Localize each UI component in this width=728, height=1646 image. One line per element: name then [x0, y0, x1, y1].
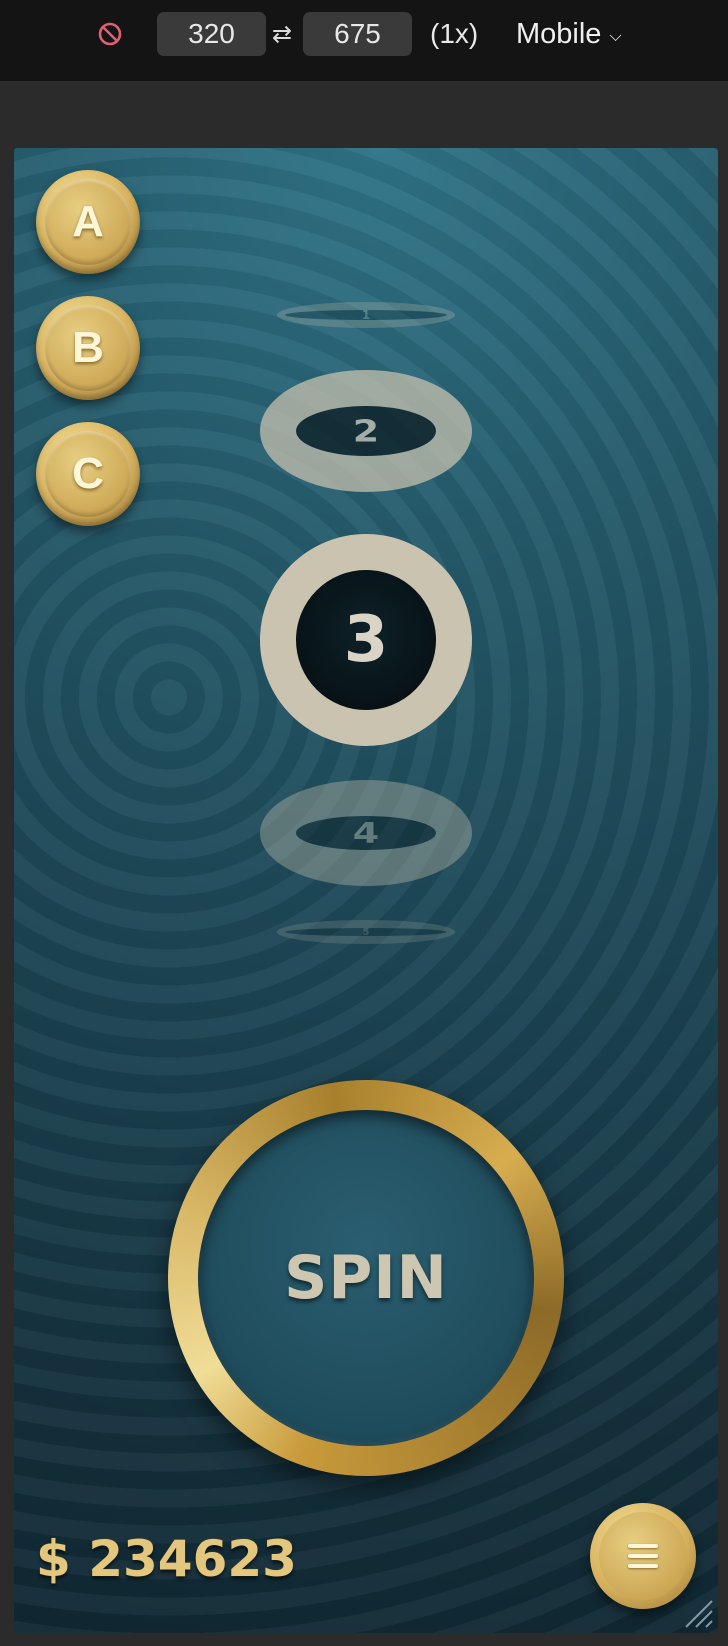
- chevron-down-icon: ⌵: [609, 28, 622, 45]
- spin-button[interactable]: SPIN: [198, 1110, 534, 1446]
- reel-item-2: 2: [260, 370, 472, 492]
- reel-item-3-label: 3: [343, 603, 389, 677]
- device-mode-dropdown[interactable]: Mobile ⌵: [516, 14, 622, 59]
- reel-item-selected: 3: [260, 534, 472, 746]
- reel-item-4: 4: [260, 780, 472, 886]
- device-mode-label: Mobile: [516, 18, 602, 50]
- menu-button[interactable]: [590, 1503, 696, 1609]
- option-a-button[interactable]: A: [36, 170, 140, 274]
- no-throttle-icon[interactable]: [96, 20, 124, 48]
- swap-icon[interactable]: ⇄: [272, 14, 292, 54]
- game-viewport: A B C 1 2 3 4 5 SPIN $ 234623: [14, 148, 718, 1633]
- reel-item-2-label: 2: [352, 413, 380, 449]
- width-input[interactable]: 320: [157, 12, 266, 56]
- balance-display: $ 234623: [36, 1530, 297, 1588]
- menu-icon: [628, 1544, 658, 1568]
- device-toolbar: 320 ⇄ 675 (1x) Mobile ⌵: [0, 0, 728, 81]
- option-b-label: B: [72, 323, 104, 372]
- height-input[interactable]: 675: [303, 12, 412, 56]
- reel-item-4-label: 4: [352, 816, 380, 850]
- reel-item-1-label: 1: [361, 308, 371, 322]
- reel-item-5: 5: [277, 920, 455, 944]
- resize-handle-icon[interactable]: [680, 1595, 714, 1629]
- option-c-button[interactable]: C: [36, 422, 140, 526]
- option-a-label: A: [72, 197, 104, 246]
- option-b-button[interactable]: B: [36, 296, 140, 400]
- reel-item-5-label: 5: [362, 926, 370, 938]
- spin-label: SPIN: [284, 1243, 448, 1313]
- option-c-label: C: [72, 449, 104, 498]
- device-pixel-ratio[interactable]: (1x): [430, 14, 478, 54]
- reel-item-1: 1: [277, 302, 455, 328]
